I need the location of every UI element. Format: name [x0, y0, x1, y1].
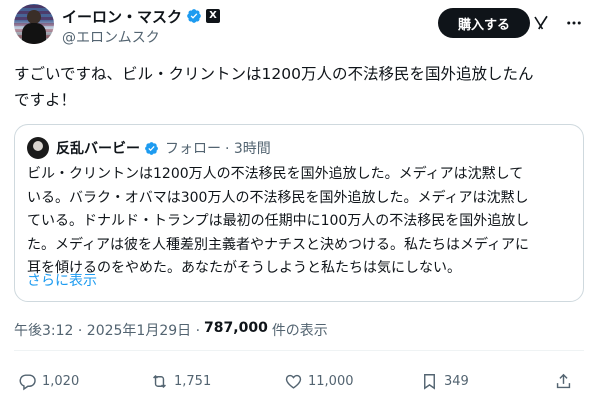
- grok-icon[interactable]: [532, 14, 550, 32]
- quoted-text-line: 耳を傾けるのをやめた。あなたがそうしようと私たちは気にしない。: [27, 260, 461, 276]
- more-icon[interactable]: [564, 14, 584, 32]
- tweet-meta: 午後3:12 · 2025年1月29日 · 787,000 件の表示: [14, 320, 328, 340]
- author-display-name[interactable]: イーロン・マスク: [62, 6, 182, 27]
- divider: [14, 350, 584, 351]
- quoted-tweet-header: 反乱バービー フォロー · 3時間: [27, 137, 271, 159]
- avatar-body: [22, 23, 46, 44]
- reply-count: 1,020: [42, 374, 80, 389]
- repost-count: 1,751: [174, 374, 212, 389]
- quoted-tweet-card[interactable]: 反乱バービー フォロー · 3時間 ビル・クリントンは1200万人の不法移民を国…: [14, 124, 584, 302]
- heart-icon: [285, 374, 302, 389]
- show-more-link[interactable]: さらに表示: [27, 270, 97, 290]
- quoted-author-name[interactable]: 反乱バービー: [56, 138, 140, 158]
- tweet-text: すごいですね、ビル・クリントンは1200万人の不法移民を国外追放したん ですよ！: [14, 61, 584, 113]
- buy-button[interactable]: 購入する: [438, 8, 530, 38]
- quoted-tweet-text: ビル・クリントンは1200万人の不法移民を国外追放した。メディアは沈黙して いる…: [27, 163, 575, 281]
- verified-icon: [187, 9, 201, 23]
- quoted-text-line: た。メディアは彼を人種差別主義者やナチスと決めつける。私たちはメディアに: [27, 236, 530, 253]
- repost-icon: [153, 374, 166, 389]
- quoted-tweet-time[interactable]: · 3時間: [225, 138, 271, 158]
- action-bar: 1,020 1,751 11,000 349: [14, 372, 584, 392]
- quoted-text-line: ている。ドナルド・トランプは最初の任期中に100万人の不法移民を国外追放し: [27, 213, 530, 229]
- quoted-text-line: いる。バラク・オバマは300万人の不法移民を国外追放した。メディアは沈黙し: [27, 189, 529, 206]
- reply-icon: [19, 374, 36, 391]
- share-button[interactable]: [554, 372, 573, 391]
- verified-icon: [145, 141, 158, 155]
- tweet-timestamp[interactable]: 午後3:12 · 2025年1月29日 ·: [14, 320, 200, 340]
- quoted-text-line: ビル・クリントンは1200万人の不法移民を国外追放した。メディアは沈黙して: [27, 166, 524, 182]
- bookmark-button[interactable]: 349: [420, 372, 469, 391]
- follow-link[interactable]: フォロー: [165, 138, 221, 158]
- author-handle[interactable]: @エロンムスク: [62, 27, 160, 47]
- like-count: 11,000: [308, 374, 354, 389]
- repost-button[interactable]: 1,751: [150, 372, 211, 391]
- tweet-header: イーロン・マスク X @エロンムスク 購入する: [14, 4, 584, 50]
- view-count: 787,000: [204, 320, 268, 336]
- reply-button[interactable]: 1,020: [18, 372, 79, 391]
- bookmark-icon: [424, 374, 435, 390]
- name-row: イーロン・マスク X: [62, 6, 221, 27]
- author-avatar[interactable]: [14, 4, 54, 44]
- avatar-head: [27, 10, 41, 24]
- tweet-text-line: すごいですね、ビル・クリントンは1200万人の不法移民を国外追放したん: [14, 65, 534, 83]
- bookmark-count: 349: [444, 374, 469, 389]
- share-icon: [556, 373, 571, 389]
- view-count-label: 件の表示: [271, 323, 328, 339]
- tweet-text-line: ですよ！: [14, 91, 77, 109]
- x-affiliate-badge: X: [206, 9, 221, 23]
- quoted-author-avatar[interactable]: [27, 137, 49, 159]
- like-button[interactable]: 11,000: [284, 372, 354, 391]
